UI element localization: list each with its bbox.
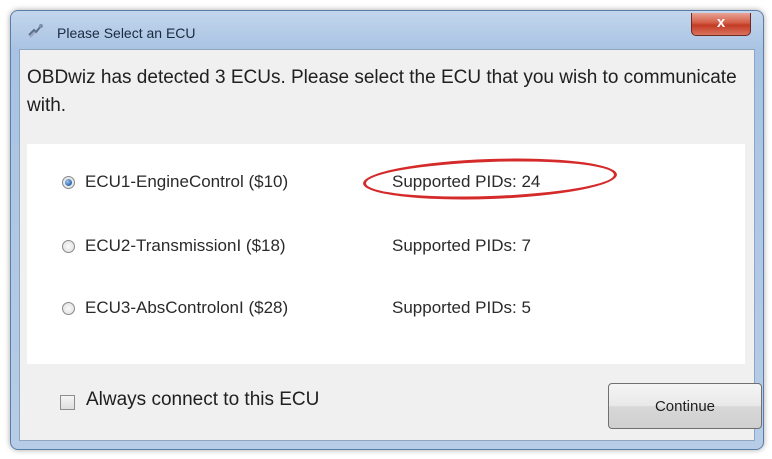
ecu-list: ECU1-EngineControl ($10) Supported PIDs:… [27,144,745,364]
detection-message: OBDwiz has detected 3 ECUs. Please selec… [27,67,737,116]
app-icon [28,24,43,38]
ecu1-radio[interactable] [62,176,75,189]
always-connect-label[interactable]: Always connect to this ECU [86,389,319,411]
always-connect-checkbox[interactable] [60,395,75,410]
continue-button[interactable]: Continue [608,383,762,429]
dialog-body: OBDwiz has detected 3 ECUs. Please selec… [19,49,762,441]
ecu3-radio[interactable] [62,302,75,315]
ecu2-label[interactable]: ECU2-TransmissionI ($18) [85,236,286,256]
ecu1-label[interactable]: ECU1-EngineControl ($10) [85,172,288,192]
ecu2-radio[interactable] [62,240,75,253]
ecu3-supported-pids: Supported PIDs: 5 [392,298,531,317]
ecu-select-dialog: Please Select an ECU x OBDwiz has detect… [10,10,764,450]
close-button[interactable]: x [691,13,751,36]
ecu2-supported-pids: Supported PIDs: 7 [392,236,531,255]
ecu3-label[interactable]: ECU3-AbsControlonI ($28) [85,298,288,318]
ecu-option-row[interactable]: ECU1-EngineControl ($10) Supported PIDs:… [27,154,745,204]
ecu1-supported-pids: Supported PIDs: 24 [392,172,541,191]
ecu-option-row[interactable]: ECU2-TransmissionI ($18) Supported PIDs:… [27,232,745,262]
title-bar[interactable]: Please Select an ECU x [11,11,763,47]
window-title: Please Select an ECU [57,25,196,41]
ecu-option-row[interactable]: ECU3-AbsControlonI ($28) Supported PIDs:… [27,294,745,324]
